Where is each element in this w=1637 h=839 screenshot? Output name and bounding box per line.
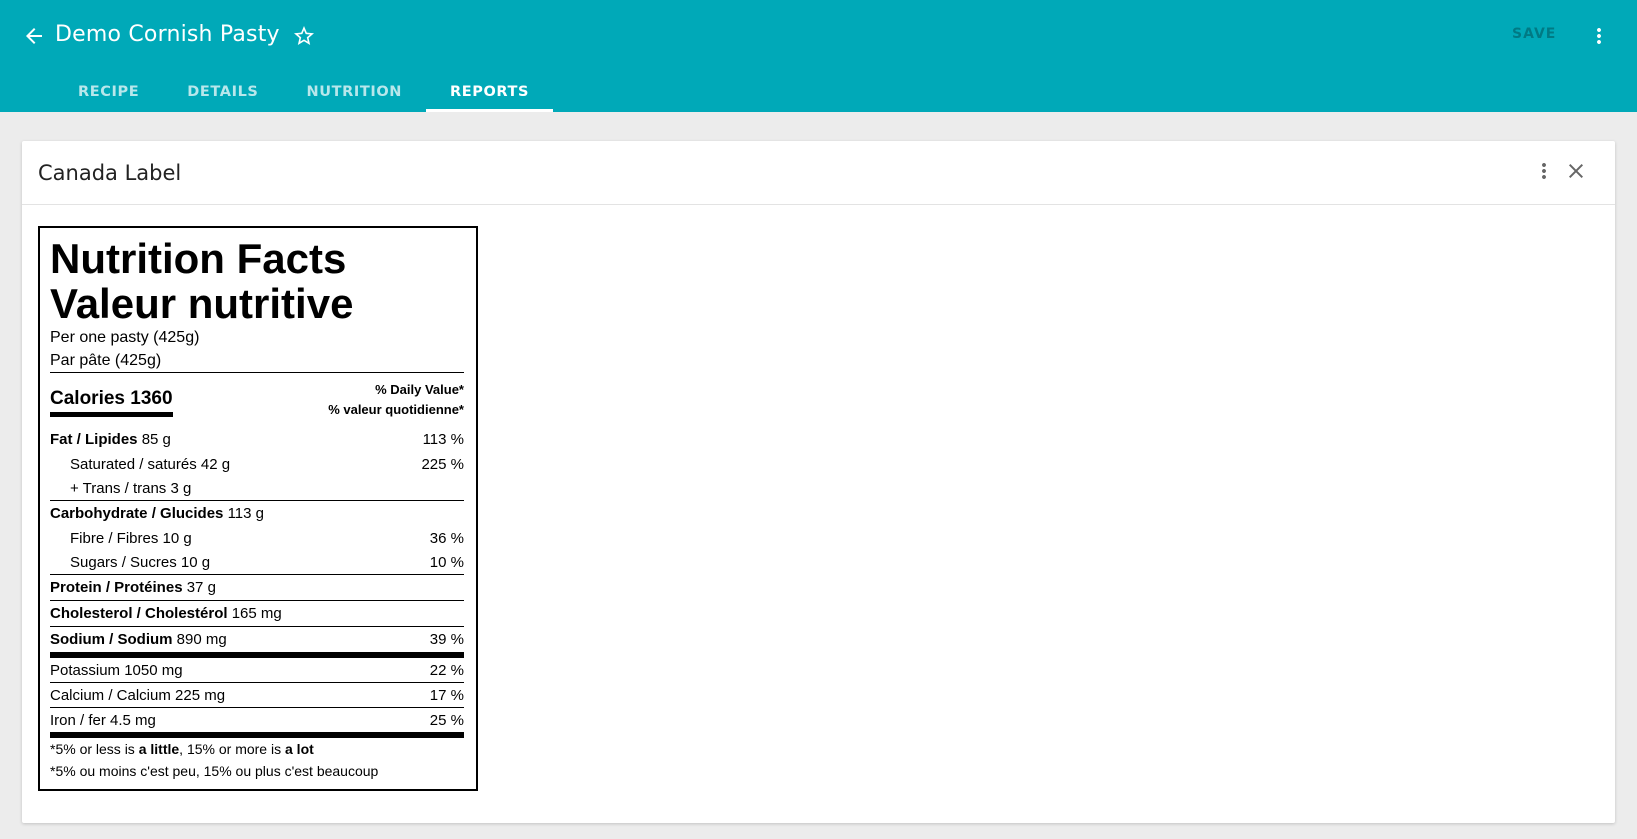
nutrient-dv: 36 % <box>429 529 464 547</box>
close-icon[interactable] <box>1564 159 1588 183</box>
calories-value: Calories 1360 <box>50 388 173 417</box>
nutrient-name: Potassium <box>50 661 121 679</box>
nutrient-amount: 37 g <box>186 579 216 596</box>
nutrient-row-protein: Protein / Protéines 37 g <box>50 575 464 600</box>
footnote-text: , 15% or more is <box>179 741 285 757</box>
serving-size-en: Per one pasty (425g) <box>50 329 200 346</box>
nutrient-name: Cholesterol / Cholestérol <box>50 605 228 622</box>
nutrient-amount: 85 g <box>141 431 171 448</box>
nutrition-facts-label: Nutrition Facts Valeur nutritive Per one… <box>38 226 478 791</box>
more-vert-icon[interactable] <box>1587 24 1611 48</box>
serving-size-fr: Par pâte (425g) <box>50 352 162 369</box>
nutrient-row-fat: Fat / Lipides 85 g 113 % <box>50 427 464 452</box>
daily-value-header: % Daily Value* % valeur quotidienne* <box>328 380 464 420</box>
nutrient-name: Iron / fer <box>50 711 106 729</box>
card-more-vert-icon[interactable] <box>1532 159 1556 183</box>
nutrient-name: Carbohydrate / Glucides <box>50 505 224 522</box>
nutrient-dv: 225 % <box>421 455 464 473</box>
nutrient-name: Fat / Lipides <box>50 431 138 448</box>
nutrient-amount: 225 mg <box>175 686 226 704</box>
nutrient-amount: 113 g <box>227 505 264 522</box>
footnote-bold: a lot <box>285 741 314 757</box>
footnote-fr: *5% ou moins c'est peu, 15% ou plus c'es… <box>50 763 379 779</box>
save-button[interactable]: SAVE <box>1512 26 1556 42</box>
nutrient-name: Saturated / saturés <box>70 455 197 473</box>
nutrient-dv: 39 % <box>429 631 464 648</box>
nutrient-row-trans: + Trans / trans 3 g <box>50 476 464 500</box>
footnote-text: *5% or less is <box>50 741 139 757</box>
nutrient-row-sugars: Sugars / Sucres 10 g 10 % <box>50 550 464 574</box>
nutrient-row-carbohydrate: Carbohydrate / Glucides 113 g <box>50 501 464 526</box>
card-title: Canada Label <box>38 161 182 185</box>
nutrient-amount: 165 mg <box>231 605 282 622</box>
nutrient-name: Sodium / Sodium <box>50 631 173 648</box>
nutrient-dv: 113 % <box>422 431 464 448</box>
nutrient-amount: 3 g <box>170 479 192 497</box>
app-bar: Demo Cornish Pasty SAVE RECIPE DETAILS N… <box>0 0 1637 112</box>
nutrient-name: Protein / Protéines <box>50 579 183 596</box>
footnote-bold: a little <box>138 741 180 757</box>
page-title: Demo Cornish Pasty <box>55 22 280 47</box>
nutrient-dv: 22 % <box>429 661 464 679</box>
arrow-back-icon[interactable] <box>22 24 46 48</box>
nutrient-row-saturated: Saturated / saturés 42 g 225 % <box>50 452 464 476</box>
tab-reports[interactable]: REPORTS <box>425 72 554 112</box>
nutrient-row-iron: Iron / fer 4.5 mg 25 % <box>50 708 464 732</box>
nutrient-name: Fibre / Fibres <box>70 529 159 547</box>
label-title-en: Nutrition Facts <box>50 235 347 282</box>
nutrient-name: Sugars / Sucres <box>70 553 177 571</box>
nutrient-dv: 10 % <box>429 553 464 571</box>
label-title-fr: Valeur nutritive <box>50 280 354 327</box>
nutrient-amount: 10 g <box>162 529 192 547</box>
nutrient-row-potassium: Potassium 1050 mg 22 % <box>50 658 464 682</box>
nutrient-dv: 25 % <box>429 711 464 729</box>
daily-value-fr: % valeur quotidienne* <box>328 402 464 417</box>
card-header: Canada Label <box>22 141 1615 205</box>
tab-recipe[interactable]: RECIPE <box>54 72 163 112</box>
nutrient-amount: 10 g <box>180 553 211 571</box>
nutrient-row-sodium: Sodium / Sodium 890 mg 39 % <box>50 627 464 652</box>
nutrient-row-cholesterol: Cholesterol / Cholestérol 165 mg <box>50 601 464 626</box>
nutrient-amount: 42 g <box>200 455 231 473</box>
nutrient-dv: 17 % <box>429 686 464 704</box>
app-bar-row: Demo Cornish Pasty SAVE <box>0 0 1637 72</box>
nutrient-amount: 1050 mg <box>124 661 183 679</box>
tab-details[interactable]: DETAILS <box>163 72 282 112</box>
daily-value-en: % Daily Value* <box>375 382 464 397</box>
nutrient-name: + Trans / trans <box>70 479 167 497</box>
tab-bar: RECIPE DETAILS NUTRITION REPORTS <box>54 72 554 112</box>
tab-nutrition[interactable]: NUTRITION <box>282 72 426 112</box>
report-card: Canada Label Nutrition Facts Valeur nutr… <box>22 141 1615 823</box>
nutrient-amount: 890 mg <box>176 631 227 648</box>
nutrient-amount: 4.5 mg <box>110 711 156 729</box>
nutrient-name: Calcium / Calcium <box>50 686 171 704</box>
footnote-en: *5% or less is a little, 15% or more is … <box>50 738 464 760</box>
nutrient-row-calcium: Calcium / Calcium 225 mg 17 % <box>50 683 464 707</box>
calories-row: Calories 1360 % Daily Value* % valeur qu… <box>50 373 464 427</box>
nutrient-row-fibre: Fibre / Fibres 10 g 36 % <box>50 526 464 550</box>
star-outline-icon[interactable] <box>292 24 316 48</box>
